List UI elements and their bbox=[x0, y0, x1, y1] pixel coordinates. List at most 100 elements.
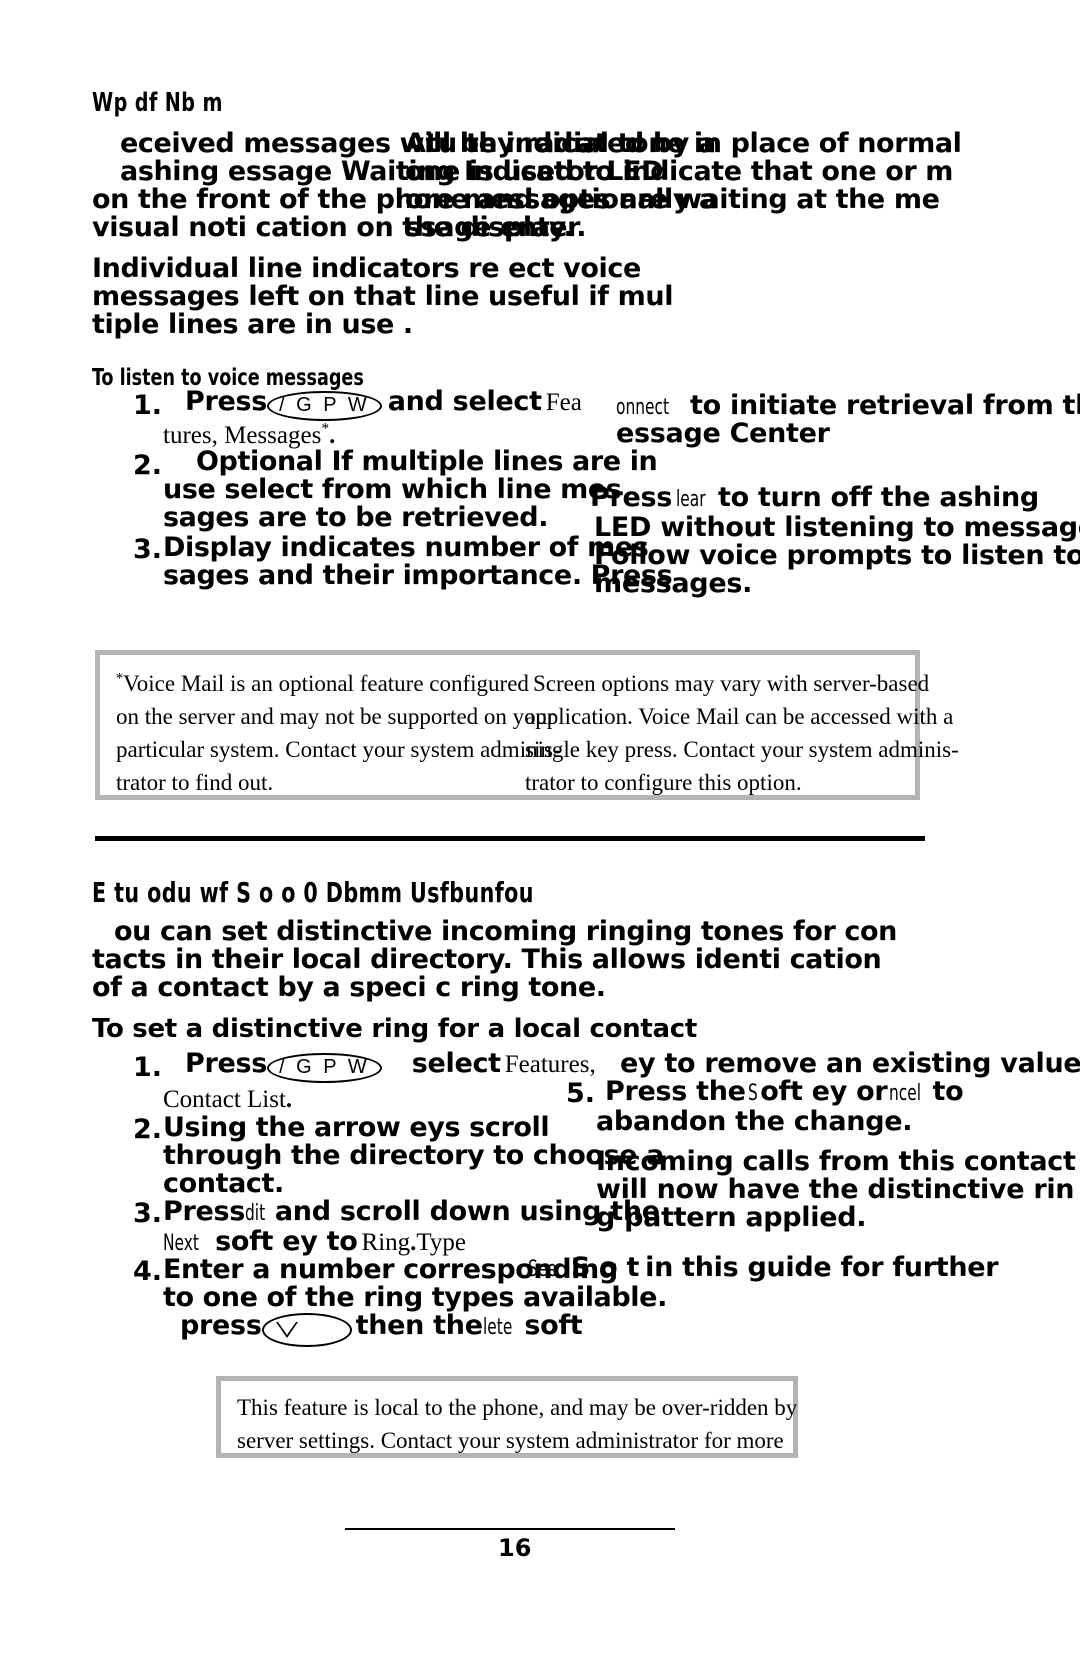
section2-title: E tu odu wf S o o 0 Dbmm Usfbunfou bbox=[92, 876, 534, 909]
footnote-left-column: *Voice Mail is an optional feature confi… bbox=[116, 667, 561, 799]
s2-step1-number: 1. bbox=[133, 1052, 163, 1083]
cancel-key-label: ncel bbox=[889, 1081, 922, 1106]
right-col-message-center: essage Center bbox=[616, 418, 830, 449]
section2-intro-line-3: of a contact by a speci c ring tone. bbox=[92, 972, 606, 1003]
step1-press-label: Press bbox=[185, 386, 268, 417]
footnote-left-line-1: *Voice Mail is an optional feature confi… bbox=[116, 667, 529, 700]
ring-label: Ring bbox=[361, 1229, 411, 1256]
s2-step4-press-label: press bbox=[180, 1310, 262, 1341]
local-feature-note-text: This feature is local to the phone, and … bbox=[237, 1391, 798, 1457]
s2-step5-rest: oft ey or bbox=[760, 1076, 888, 1107]
down-arrow-key[interactable] bbox=[261, 1313, 352, 1348]
s2-step1-cont-text: Contact List bbox=[163, 1086, 286, 1113]
s2-step1-continuation: Contact List. bbox=[163, 1086, 292, 1114]
s2-step4-then-the: then the bbox=[355, 1310, 483, 1341]
section2-intro: ou can set distinctive incoming ringing … bbox=[92, 918, 952, 1002]
intro-right-line-3: ore messages are waiting at the me bbox=[405, 184, 940, 215]
clear-key-label: lear bbox=[676, 487, 706, 512]
s2-step2-number: 2. bbox=[133, 1114, 163, 1145]
section2-intro-line-1: ou can set distinctive incoming ringing … bbox=[114, 916, 897, 947]
s2-step1-select-label: select bbox=[411, 1048, 501, 1079]
footnote-left-text-1: Voice Mail is an optional feature config… bbox=[123, 671, 529, 696]
step1-cont-text: tures, Messages bbox=[163, 422, 322, 449]
footnote-right-line-1: Screen options may vary with server-base… bbox=[533, 671, 930, 696]
footnote-left-line-2: on the server and may not be supported o… bbox=[116, 704, 555, 729]
line-indicator-note-line-3: tiple lines are in use . bbox=[92, 309, 413, 340]
s2-step1-press-label: Press bbox=[185, 1048, 268, 1079]
s2-step4-number: 4. bbox=[133, 1256, 163, 1287]
s2-see-line: See S o t in this guide for further bbox=[528, 1252, 999, 1283]
footnote-right-line-3: single key press. Contact your system ad… bbox=[525, 737, 959, 762]
edit-key-label: dit bbox=[245, 1201, 266, 1226]
set-distinctive-ring-head: To set a distinctive ring for a local co… bbox=[92, 1014, 697, 1044]
s2-right-line-1: Incoming calls from this contact bbox=[596, 1146, 1076, 1177]
step3-number: 3. bbox=[133, 534, 163, 565]
press-clear-rest: to turn off the ashing bbox=[718, 482, 1039, 513]
right-col-follow-line-2: messages. bbox=[594, 568, 753, 599]
right-col-line1: to initiate retrieval from the bbox=[690, 390, 1080, 421]
footnote-right-line-4: trator to configure this option. bbox=[525, 770, 802, 795]
intro-right-line-2: one is used to indicate that one or m bbox=[405, 156, 954, 187]
intro-right-line-4: ssage enter. bbox=[405, 212, 587, 243]
footnote-left-line-3: particular system. Contact your system a… bbox=[116, 737, 561, 762]
s2-step3-press-label: Press bbox=[163, 1196, 246, 1227]
local-feature-note-line-2: server settings. Contact your system adm… bbox=[237, 1428, 784, 1453]
services-key-2[interactable]: / G P W bbox=[267, 1053, 382, 1084]
page-number: 16 bbox=[498, 1534, 532, 1562]
down-arrow-icon-inner bbox=[277, 1322, 296, 1336]
next-softkey-label: Next bbox=[163, 1231, 199, 1256]
type-label: Type bbox=[416, 1229, 467, 1256]
right-col-led-line: LED without listening to messages. bbox=[594, 512, 1080, 543]
intro-right-line-1: Atu thy radial tone in place of normal bbox=[405, 128, 962, 159]
line-indicator-note-line-1: Individual line indicators re ect voice bbox=[92, 253, 641, 284]
footer-rule bbox=[345, 1528, 675, 1530]
voice-mail-footnote-box: *Voice Mail is an optional feature confi… bbox=[95, 650, 959, 800]
footnote-right-column: Screen options may vary with server-base… bbox=[525, 667, 959, 799]
s2-step5-tail: to bbox=[932, 1076, 964, 1107]
see-label: See bbox=[528, 1257, 557, 1282]
footnote-left-line-4: trator to find out. bbox=[116, 770, 274, 795]
voice-mail-kicker: Wp df Nb m bbox=[92, 88, 223, 118]
step2-line-1: Optional If multiple lines are in bbox=[196, 446, 658, 477]
s2-step4-soft: soft bbox=[524, 1310, 583, 1341]
local-feature-note-box: This feature is local to the phone, and … bbox=[216, 1376, 798, 1458]
step1-serif-run: Fea bbox=[545, 389, 582, 416]
section-divider-rule bbox=[95, 836, 925, 841]
local-feature-note-line-1: This feature is local to the phone, and … bbox=[237, 1395, 798, 1420]
s2-step3-number: 3. bbox=[133, 1198, 163, 1229]
s2-step5-number: 5. bbox=[566, 1078, 596, 1109]
s2-step4-subline: press then thelete soft bbox=[180, 1310, 583, 1348]
s2-step5-content: Press theS oft ey orncel to bbox=[605, 1076, 964, 1107]
s2-right-line-3: g pattern applied. bbox=[596, 1202, 867, 1233]
step1-number: 1. bbox=[133, 390, 163, 421]
s2-step5-press-the: Press the bbox=[605, 1076, 746, 1107]
section2-intro-line-2: tacts in their local directory. This all… bbox=[92, 944, 882, 975]
right-col-connect-line: onnect to initiate retrieval from the bbox=[616, 390, 1080, 421]
step1-period: . bbox=[329, 422, 336, 449]
s2-step5-line2: abandon the change. bbox=[596, 1106, 913, 1137]
footnote-right-line-2: application. Voice Mail can be accessed … bbox=[525, 704, 954, 729]
s2-step3-content: Pressdit and scroll down using the bbox=[163, 1196, 660, 1227]
intro-paragraph-right: Atu thy radial tone in place of normal o… bbox=[405, 130, 1080, 242]
see-reference-rest: in this guide for further bbox=[645, 1252, 999, 1283]
s2-step3-line2: Next soft ey to Ring.Type bbox=[163, 1228, 466, 1257]
step1-footnote-mark: * bbox=[321, 420, 330, 438]
see-reference-bold: S o t bbox=[570, 1252, 640, 1283]
services-key[interactable]: / G P W bbox=[267, 391, 382, 422]
step1-content: Press / G P Wand select Fea bbox=[185, 386, 582, 422]
right-col-press-clear-line: Press lear to turn off the ashing bbox=[590, 482, 1039, 513]
step2-number: 2. bbox=[133, 450, 163, 481]
s2-step3-softkey-text: soft ey to bbox=[215, 1226, 358, 1257]
s2-step1-content: Press / G P W select Features, bbox=[185, 1048, 596, 1084]
s2-right-line-2: will now have the distinctive rin bbox=[596, 1174, 1075, 1205]
delete-key-label: lete bbox=[482, 1315, 513, 1340]
s2-step4-line-2: to one of the ring types available. bbox=[163, 1282, 667, 1313]
line-indicator-note-line-2: messages left on that line useful if mul bbox=[92, 281, 674, 312]
s2-step5-top-line: ey to remove an existing value bbox=[620, 1048, 1080, 1079]
line-indicator-note: Individual line indicators re ect voice … bbox=[92, 255, 712, 339]
s2-step1-period: . bbox=[285, 1086, 293, 1113]
step1-and-select-label: and select bbox=[387, 386, 542, 417]
s2-step1-serif-run: Features, bbox=[504, 1051, 596, 1078]
connect-key-label: onnect bbox=[616, 395, 670, 420]
press-label: Press bbox=[590, 482, 673, 513]
